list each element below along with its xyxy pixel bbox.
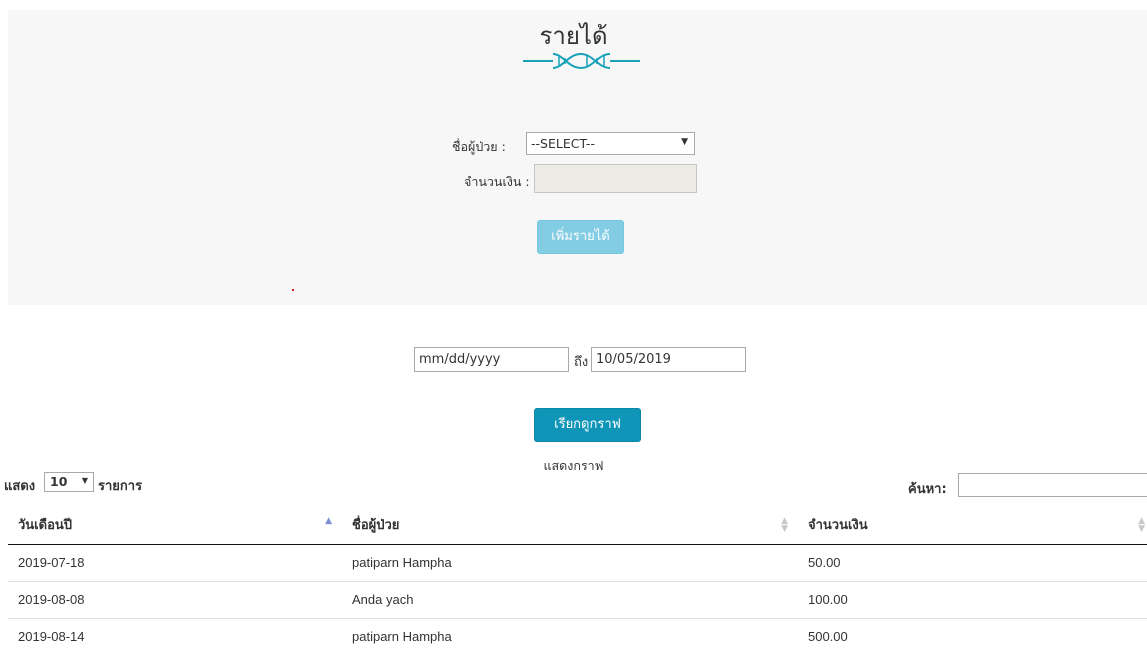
column-header-label: วันเดือนปี bbox=[18, 517, 73, 533]
cell-amount: 50.00 bbox=[798, 544, 1147, 582]
date-from-input[interactable]: mm/dd/yyyy bbox=[414, 347, 569, 372]
page-length-value: 10 bbox=[50, 474, 68, 489]
column-header-amount[interactable]: จำนวนเงิน ▲ ▼ bbox=[798, 505, 1147, 545]
cell-patient: Anda yach bbox=[342, 581, 798, 619]
length-show-label: แสดง bbox=[4, 479, 36, 494]
cell-date: 2019-08-08 bbox=[8, 581, 342, 619]
date-to-input[interactable]: 10/05/2019 bbox=[591, 347, 746, 372]
column-header-label: ชื่อผู้ป่วย bbox=[352, 517, 400, 533]
patient-select[interactable]: --SELECT-- ▼ bbox=[526, 132, 695, 155]
view-graph-button[interactable]: เรียกดูกราฟ bbox=[534, 408, 641, 442]
add-income-button[interactable]: เพิ่มรายได้ bbox=[537, 220, 624, 254]
length-items-label: รายการ bbox=[98, 479, 143, 494]
dna-icon bbox=[523, 52, 640, 70]
sort-both-icon: ▲ ▼ bbox=[781, 516, 788, 534]
date-to-label: ถึง bbox=[574, 355, 589, 370]
patient-select-value: --SELECT-- bbox=[531, 136, 595, 151]
cell-date: 2019-07-18 bbox=[8, 544, 342, 582]
cell-amount: 500.00 bbox=[798, 618, 1147, 651]
sort-both-icon: ▲ ▼ bbox=[1138, 516, 1145, 534]
chevron-down-icon: ▼ bbox=[81, 476, 88, 485]
cell-date: 2019-08-14 bbox=[8, 618, 342, 651]
search-input[interactable] bbox=[958, 473, 1147, 497]
column-header-patient[interactable]: ชื่อผู้ป่วย ▲ ▼ bbox=[342, 505, 798, 545]
cell-patient: patiparn Hampha bbox=[342, 618, 798, 651]
table-row[interactable]: 2019-08-14 patiparn Hampha 500.00 bbox=[8, 618, 1147, 651]
page-length-select[interactable]: 10 ▼ bbox=[44, 472, 94, 492]
cell-amount: 100.00 bbox=[798, 581, 1147, 619]
column-header-date[interactable]: วันเดือนปี ▲ bbox=[8, 505, 342, 545]
patient-label: ชื่อผู้ป่วย : bbox=[452, 139, 506, 154]
cell-patient: patiparn Hampha bbox=[342, 544, 798, 582]
search-label: ค้นหา: bbox=[908, 482, 947, 497]
table-row[interactable]: 2019-08-08 Anda yach 100.00 bbox=[8, 581, 1147, 619]
column-header-label: จำนวนเงิน bbox=[808, 517, 868, 533]
income-table: วันเดือนปี ▲ ชื่อผู้ป่วย ▲ ▼ จำนวนเงิน ▲ ▼… bbox=[8, 505, 1147, 651]
table-row[interactable]: 2019-07-18 patiparn Hampha 50.00 bbox=[8, 544, 1147, 582]
stray-dot bbox=[292, 289, 294, 291]
chevron-down-icon: ▼ bbox=[681, 137, 688, 147]
sort-asc-icon: ▲ bbox=[325, 516, 332, 526]
amount-field[interactable] bbox=[534, 164, 697, 193]
table-header-row: วันเดือนปี ▲ ชื่อผู้ป่วย ▲ ▼ จำนวนเงิน ▲ ▼ bbox=[8, 505, 1147, 545]
amount-label: จำนวนเงิน : bbox=[464, 174, 530, 189]
